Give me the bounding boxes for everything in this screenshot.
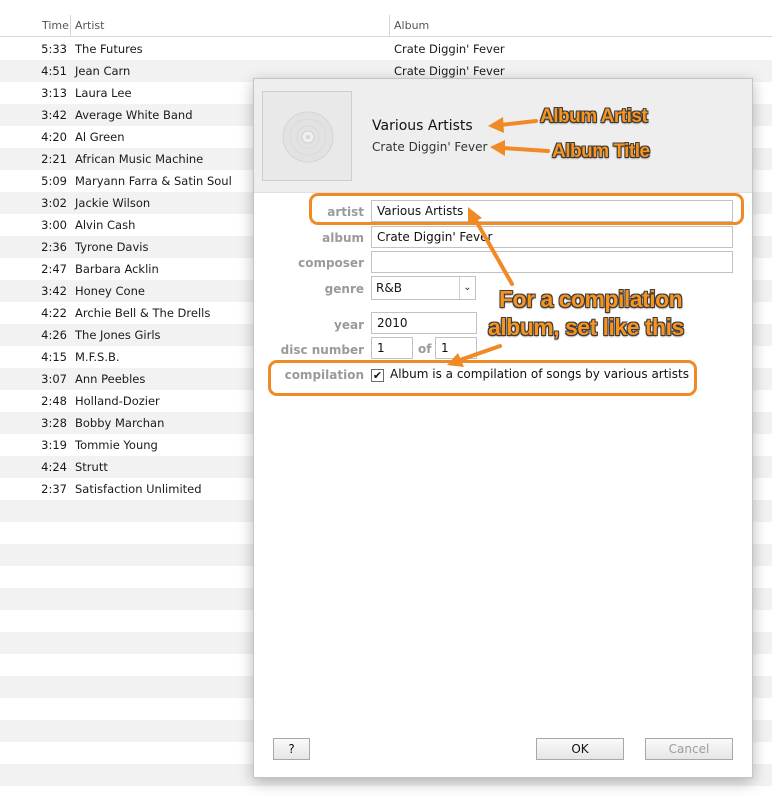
compilation-note-line1: For a compilation (499, 286, 683, 312)
annotation-arrows (447, 117, 550, 367)
arrow-album-title (490, 140, 550, 156)
album-artist-note: Album Artist (540, 106, 648, 127)
compilation-note-line2: album, set like this (488, 314, 684, 340)
arrow-album-artist (488, 117, 538, 133)
album-title-note: Album Title (552, 141, 650, 162)
arrow-to-compilation (447, 344, 502, 367)
arrow-to-artist-field (468, 207, 514, 286)
